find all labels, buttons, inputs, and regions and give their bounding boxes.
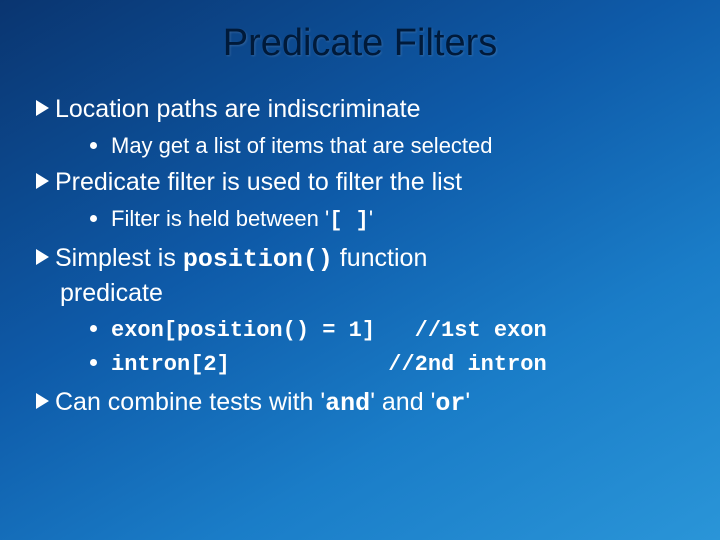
code-and: and <box>325 389 370 418</box>
arrow-icon <box>36 249 49 265</box>
bullet-text: Predicate filter is used to filter the l… <box>55 168 462 196</box>
bullet-item-2: Predicate filter is used to filter the l… <box>36 166 684 200</box>
bullet-item-4: Can combine tests with 'and' and 'or' <box>36 386 684 421</box>
bullet-prefix: Simplest is <box>55 244 183 272</box>
arrow-icon <box>36 393 49 409</box>
code-or: or <box>435 389 465 418</box>
sub-prefix: Filter is held between ' <box>111 206 329 231</box>
code-text: exon[position() = 1] //1st exon <box>111 318 547 343</box>
bullet-text: Location paths are indiscriminate <box>55 95 420 123</box>
bullet-item-3: Simplest is position() function predicat… <box>36 242 684 311</box>
code-text: intron[2] //2nd intron <box>111 352 547 377</box>
slide-content: Location paths are indiscriminate May ge… <box>36 93 684 421</box>
bullet-item-1: Location paths are indiscriminate <box>36 93 684 127</box>
sub-item-code: intron[2] //2nd intron <box>90 348 684 380</box>
dot-icon <box>90 325 97 332</box>
bullet-mid: ' and ' <box>370 388 435 416</box>
slide-title: Predicate Filters <box>36 22 684 65</box>
bullet-continuation: predicate <box>60 277 684 311</box>
dot-icon <box>90 142 97 149</box>
arrow-icon <box>36 173 49 189</box>
sub-item: Filter is held between '[ ]' <box>90 204 684 236</box>
dot-icon <box>90 215 97 222</box>
sub-item: May get a list of items that are selecte… <box>90 131 684 161</box>
bullet-prefix: Can combine tests with ' <box>55 388 325 416</box>
bullet-suffix-1: function <box>333 244 428 272</box>
sub-text: May get a list of items that are selecte… <box>111 133 493 158</box>
dot-icon <box>90 359 97 366</box>
bullet-code: position() <box>183 245 333 274</box>
sub-list-2: Filter is held between '[ ]' <box>90 204 684 236</box>
sub-suffix: ' <box>369 206 373 231</box>
sub-list-1: May get a list of items that are selecte… <box>90 131 684 161</box>
sub-list-3: exon[position() = 1] //1st exon intron[2… <box>90 314 684 379</box>
sub-code: [ ] <box>329 208 369 233</box>
sub-item-code: exon[position() = 1] //1st exon <box>90 314 684 346</box>
arrow-icon <box>36 100 49 116</box>
bullet-suffix: ' <box>465 388 470 416</box>
